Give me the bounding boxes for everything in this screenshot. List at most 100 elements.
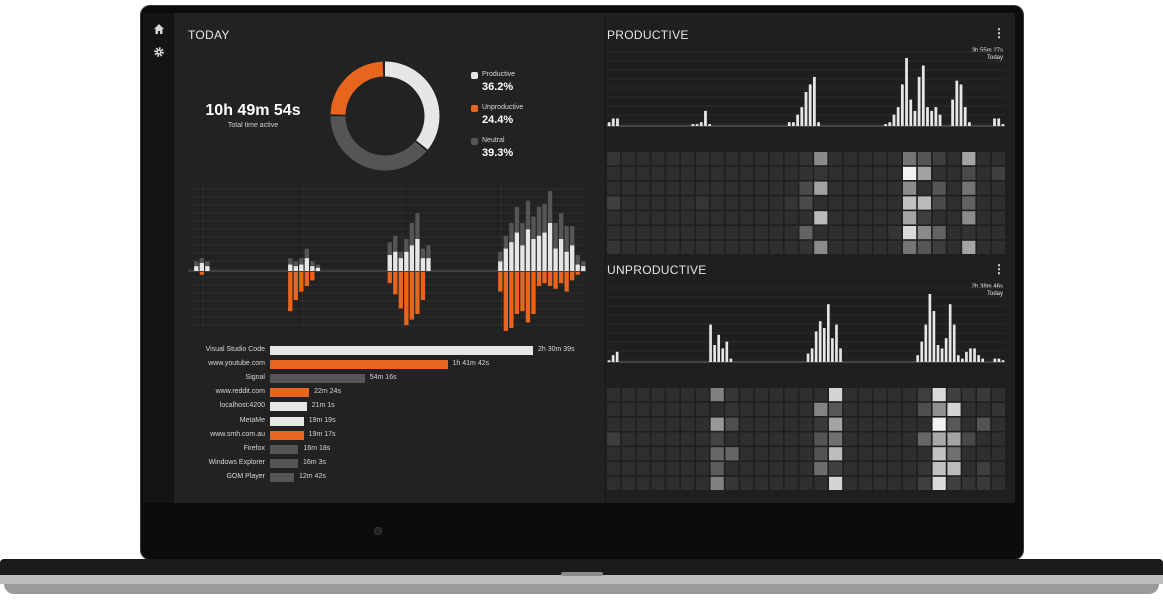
unproductive-heatmap-cell: [947, 447, 961, 461]
gear-icon[interactable]: [152, 46, 166, 60]
productive-heatmap-cell: [651, 240, 665, 254]
app-name: GOM Player: [226, 472, 265, 480]
legend-swatch: [471, 72, 478, 79]
app-name: MetaMe: [239, 416, 265, 424]
unproductive-heatmap-cell: [858, 447, 872, 461]
unproductive-heatmap-cell: [947, 462, 961, 476]
timeline-unproductive-bar: [558, 272, 564, 284]
unproductive-bar: [822, 328, 826, 362]
productive-bar: [892, 114, 896, 126]
unproductive-bar: [831, 338, 834, 362]
timeline-productive-bar: [304, 258, 310, 271]
unproductive-heatmap-cell: [843, 476, 857, 490]
productive-heatmap-cell: [799, 226, 813, 240]
productive-heatmap-cell: [769, 240, 783, 254]
productive-heatmap-cell: [858, 152, 872, 166]
productive-bar: [934, 107, 938, 126]
productive-heatmap-cell: [947, 226, 961, 240]
productive-heatmap-cell: [666, 226, 680, 240]
productive-heatmap-cell: [977, 240, 991, 254]
productive-heatmap-cell: [769, 166, 783, 180]
unproductive-bar: [709, 324, 712, 362]
app-duration: 12m 42s: [299, 472, 326, 480]
timeline-unproductive-bar: [542, 272, 547, 284]
timeline-unproductive-bar: [547, 272, 553, 286]
productive-heatmap-cell: [873, 181, 887, 195]
productive-heatmap-cell: [695, 226, 709, 240]
unproductive-heatmap-cell: [917, 476, 931, 490]
productive-heatmap-cell: [740, 181, 754, 195]
unproductive-heatmap-cell: [666, 417, 680, 431]
unproductive-menu-dots-icon[interactable]: ⋮: [993, 262, 1005, 276]
unproductive-heatmap-cell: [636, 417, 650, 431]
productive-heatmap-cell: [710, 166, 724, 180]
productive-heatmap-cell: [917, 226, 931, 240]
productive-bar: [888, 122, 892, 126]
productive-heatmap-cell: [666, 166, 680, 180]
productive-bar: [607, 122, 611, 126]
unproductive-heatmap-cell: [621, 432, 635, 446]
unproductive-heatmap-cell: [903, 432, 917, 446]
timeline-productive-bar: [520, 245, 525, 271]
unproductive-bar: [611, 355, 615, 362]
productive-heatmap-cell: [755, 166, 769, 180]
productive-heatmap-cell: [621, 226, 635, 240]
productive-heatmap-cell: [814, 211, 828, 225]
productive-heatmap-cell: [991, 240, 1005, 254]
home-icon[interactable]: [152, 23, 166, 37]
productive-heatmap-cell: [607, 226, 621, 240]
unproductive-heatmap-cell: [740, 402, 754, 416]
unproductive-heatmap-cell: [814, 402, 828, 416]
timeline-unproductive-bar: [525, 272, 531, 323]
productive-heatmap-cell: [607, 240, 621, 254]
unproductive-heatmap-cell: [843, 388, 857, 402]
productive-heatmap-cell: [651, 166, 665, 180]
productive-bar: [812, 76, 816, 126]
unproductive-heatmap-cell: [814, 476, 828, 490]
unproductive-heatmap-cell: [814, 462, 828, 476]
productive-heatmap-cell: [917, 196, 931, 210]
timeline-productive-bar: [509, 242, 514, 271]
productive-heatmap-cell: [977, 181, 991, 195]
productive-heatmap-cell: [917, 181, 931, 195]
unproductive-heatmap-cell: [769, 417, 783, 431]
unproductive-heatmap-cell: [829, 432, 843, 446]
productive-heatmap-cell: [932, 166, 946, 180]
unproductive-heatmap-cell: [681, 432, 695, 446]
unproductive-heatmap-cell: [962, 417, 976, 431]
productive-heatmap-cell: [947, 196, 961, 210]
unproductive-heatmap-cell: [962, 402, 976, 416]
productive-heatmap-cell: [695, 211, 709, 225]
productive-bar: [926, 107, 929, 126]
today-panel: TODAY 10h 49m 54s Total time active Prod…: [174, 13, 604, 503]
timeline-productive-bar: [310, 266, 315, 271]
unproductive-heatmap-cell: [799, 417, 813, 431]
unproductive-heatmap-cell: [888, 388, 902, 402]
unproductive-heatmap-cell: [755, 388, 769, 402]
unproductive-heatmap-cell: [710, 388, 724, 402]
timeline-productive-bar: [194, 266, 199, 271]
app-usage-bar: [270, 360, 448, 370]
productive-bar: [808, 84, 812, 126]
productive-heatmap-cell: [710, 181, 724, 195]
unproductive-heatmap-cell: [962, 432, 976, 446]
productive-heatmap-cell: [651, 211, 665, 225]
productive-heatmap-cell: [681, 152, 695, 166]
unproductive-heatmap-cell: [977, 402, 991, 416]
productive-bar: [804, 92, 808, 126]
timeline-productive-bar: [409, 245, 415, 271]
productive-heatmap-cell: [947, 152, 961, 166]
timeline-productive-bar: [293, 266, 298, 271]
unproductive-bar: [916, 355, 920, 362]
unproductive-heatmap-cell: [917, 432, 931, 446]
productive-heatmap-cell: [873, 226, 887, 240]
unproductive-heatmap-cell: [917, 447, 931, 461]
app-duration: 19m 17s: [308, 430, 336, 438]
unproductive-heatmap-cell: [784, 432, 798, 446]
productive-menu-dots-icon[interactable]: ⋮: [993, 26, 1005, 40]
unproductive-heatmap-cell: [740, 432, 754, 446]
productive-heatmap-cell: [932, 152, 946, 166]
timeline-productive-bar: [547, 223, 553, 271]
legend-swatch: [471, 105, 478, 112]
unproductive-heatmap-cell: [843, 402, 857, 416]
